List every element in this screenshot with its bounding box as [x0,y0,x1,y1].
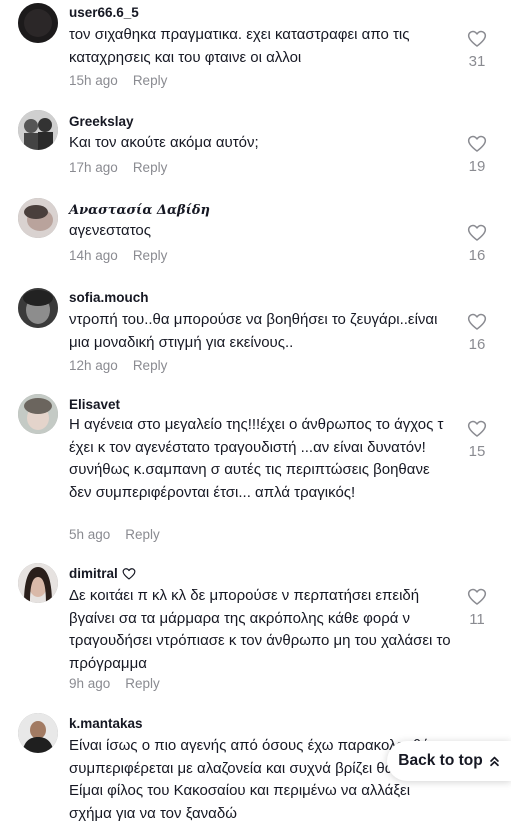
comment-text: ντροπή του..θα μπορούσε να βοηθήσει το ζ… [69,311,438,351]
like-count: 19 [468,158,486,175]
chevron-double-up-icon [489,756,499,767]
comment-username[interactable]: user66.6_5 [69,5,139,20]
heart-outline-icon [467,30,487,47]
like-count: 16 [468,336,486,353]
comment-meta: 5h ago Reply [69,527,160,542]
like-count: 15 [468,443,486,460]
comment-text: αγενεστατος [69,222,151,239]
reply-button[interactable]: Reply [133,358,168,373]
comment-meta: 12h ago Reply [69,358,167,373]
comment-username[interactable]: dimitral [69,566,136,581]
heart-outline-icon [467,313,487,330]
like-button[interactable]: 15 [464,419,490,460]
comment-username[interactable]: sofia.mouch [69,290,149,305]
back-to-top-button[interactable]: Back to top [387,741,511,781]
avatar-image [18,3,58,43]
reply-button[interactable]: Reply [125,527,160,542]
heart-outline-icon [467,420,487,437]
back-to-top-label: Back to top [398,752,483,769]
heart-outline-icon [467,588,487,605]
comment-username[interactable]: Elisavet [69,397,120,412]
comment-time: 17h ago [69,160,118,175]
comment-text: Η αγένεια στο μεγαλείο της!!!έχει ο άνθρ… [69,416,444,502]
comment-meta: 15h ago Reply [69,73,167,88]
heart-outline-icon [467,224,487,241]
like-button[interactable]: 16 [464,223,490,264]
avatar[interactable] [18,198,58,238]
comment-username[interactable]: Αναστασία Δαβίδη [69,203,210,218]
like-button[interactable]: 11 [464,587,490,628]
comment-time: 12h ago [69,358,118,373]
reply-button[interactable]: Reply [125,676,160,691]
comment-text: Και τον ακούτε ακόμα αυτόν; [69,134,259,151]
like-count: 11 [469,611,485,628]
comment-time: 15h ago [69,73,118,88]
heart-badge-icon [122,567,136,580]
reply-button[interactable]: Reply [133,248,168,263]
avatar[interactable] [18,3,58,43]
heart-outline-icon [467,135,487,152]
comment-time: 5h ago [69,527,111,542]
comment-text: τον σιχαθηκα πραγματικα. εχει καταστραφε… [69,26,410,66]
like-button[interactable]: 19 [464,134,490,175]
reply-button[interactable]: Reply [133,160,168,175]
comment-time: 14h ago [69,248,118,263]
avatar[interactable] [18,713,58,753]
avatar-image [18,198,58,238]
avatar[interactable] [18,110,58,150]
comment-text: Δε κοιτάει π κλ κλ δε μπορούσε ν περπατή… [69,587,451,673]
avatar[interactable] [18,394,58,434]
comment-meta: 9h ago Reply [69,676,160,691]
like-button[interactable]: 31 [464,29,490,70]
comment-time: 9h ago [69,676,111,691]
comment-username[interactable]: k.mantakas [69,716,143,731]
like-count: 16 [468,247,486,264]
avatar[interactable] [18,563,58,603]
avatar-image [18,713,58,753]
comment-meta: 14h ago Reply [69,248,167,263]
reply-button[interactable]: Reply [133,73,168,88]
like-count: 31 [468,53,486,70]
avatar-image [18,394,58,434]
like-button[interactable]: 16 [464,312,490,353]
comment-meta: 17h ago Reply [69,160,167,175]
avatar-image [18,288,58,328]
avatar[interactable] [18,288,58,328]
avatar-image [18,563,58,603]
comment-username[interactable]: Greekslay [69,114,134,129]
avatar-image [18,110,58,150]
